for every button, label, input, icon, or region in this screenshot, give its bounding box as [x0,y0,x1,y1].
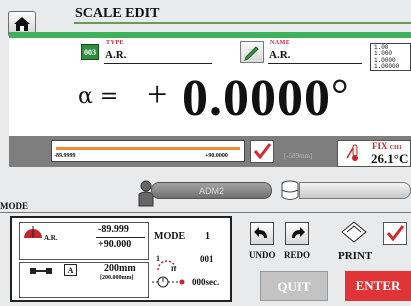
type-value[interactable]: A.R. [105,49,126,61]
range-bar [56,147,240,150]
resolution-selector[interactable]: 1.00 1.000 1.0000 1.00000 [370,43,411,71]
svg-text:n: n [171,263,176,273]
range-min-label: -89.9999 [54,153,76,159]
checkmark-icon [386,225,405,242]
protractor-icon [24,226,42,238]
pencil-icon [244,46,259,61]
limit-divider [96,237,145,238]
mode-label: MODE [154,231,186,242]
angle-value: 0.0000 [182,70,331,127]
database-bar[interactable] [299,182,411,199]
fix-label: FIX [372,141,388,151]
range-max-label: +90.0000 [205,153,228,159]
lower-limit[interactable]: +90.000 [98,239,131,250]
count-cycle-icon: 1 n [156,254,177,273]
name-caption: NAME [270,40,291,46]
angle-readout: 0.0000° [182,69,350,128]
quit-button[interactable]: QUIT [260,271,328,301]
temperature-label: FIX CH1 [372,141,402,151]
printer-icon [341,221,367,243]
print-checkbox[interactable] [383,222,407,245]
temperature-value: 26.1°C [371,151,409,166]
alpha-symbol: α = [78,84,119,109]
page-title: SCALE EDIT [75,6,160,21]
undo-icon [254,227,267,238]
thermometer-icon [346,144,358,161]
checkmark-icon [253,143,272,160]
timer-icon [152,276,185,288]
name-value[interactable]: A.R. [269,49,290,61]
redo-icon [292,227,305,238]
mode-divider [0,212,411,213]
undo-label: UNDO [249,250,276,260]
title-rule [74,22,411,24]
type-underline [104,63,212,64]
a-badge[interactable]: A [64,264,77,276]
user-bar[interactable]: ADM2 [151,182,272,199]
length-value[interactable]: 200mm [104,263,136,274]
value-sign: + [147,74,168,114]
edit-name-button[interactable] [240,41,264,63]
type-badge[interactable]: 003 [81,44,99,60]
angle-type-label: A.R. [44,234,58,242]
caliper-icon [30,268,52,274]
database-icon [281,180,299,200]
mode-heading: MODE [0,201,28,211]
svg-text:1: 1 [156,254,160,263]
type-caption: TYPE [106,40,125,46]
redo-label: REDO [284,250,311,260]
print-label[interactable]: PRINT [338,250,372,262]
enter-button[interactable]: ENTER [345,271,411,301]
time-value[interactable]: 000sec. [192,277,219,287]
undo-button[interactable] [250,222,274,245]
length-range: [200.000mm] [100,275,134,281]
range-checkbox[interactable] [250,140,274,163]
mode-value[interactable]: 1 [205,231,210,242]
redo-button[interactable] [285,222,309,245]
name-underline [268,63,362,64]
degree-unit: ° [331,70,350,119]
count-value[interactable]: 001 [200,254,214,264]
resolution-option: 1.00000 [374,63,400,71]
range-slider[interactable]: -89.9999 +90.0000 [51,140,245,162]
upper-limit[interactable]: -89.999 [98,224,129,235]
disp-right-value: [-589mm] [284,152,313,160]
